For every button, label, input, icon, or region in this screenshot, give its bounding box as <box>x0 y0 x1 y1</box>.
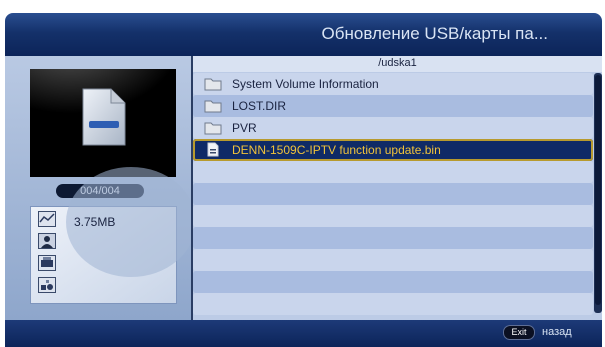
file-name: System Volume Information <box>232 77 379 91</box>
person-icon <box>38 233 56 249</box>
chart-icon <box>38 211 56 227</box>
file-list: System Volume Information LOST.DIR PVR D… <box>193 73 593 320</box>
device-icon <box>38 255 56 271</box>
folder-icon <box>204 122 222 135</box>
current-path: /udska1 <box>378 57 417 69</box>
scrollbar-thumb[interactable] <box>595 75 601 305</box>
folder-icon <box>204 100 222 113</box>
footer-bar: Exit назад <box>5 320 602 347</box>
list-item-empty <box>193 293 593 315</box>
list-item-empty <box>193 161 593 183</box>
path-bar: /udska1 <box>193 56 602 72</box>
scrollbar[interactable] <box>594 73 602 313</box>
exit-key-badge[interactable]: Exit <box>503 325 535 340</box>
shapes-icon <box>38 277 56 293</box>
folder-icon <box>204 78 222 91</box>
list-item-empty <box>193 183 593 205</box>
list-item-empty <box>193 249 593 271</box>
list-item-empty <box>193 271 593 293</box>
list-item-empty <box>193 227 593 249</box>
list-item-file-selected[interactable]: DENN-1509C-IPTV function update.bin <box>193 139 593 161</box>
page-title: Обновление USB/карты па... <box>321 24 548 43</box>
file-preview <box>30 69 176 177</box>
usb-update-screen: Обновление USB/карты па... 004/004 <box>0 0 605 347</box>
title-bar: Обновление USB/карты па... <box>5 13 602 56</box>
file-name: DENN-1509C-IPTV function update.bin <box>232 143 441 157</box>
file-size: 3.75MB <box>74 215 116 229</box>
list-item-folder[interactable]: LOST.DIR <box>193 95 593 117</box>
file-name: LOST.DIR <box>232 99 287 113</box>
file-info-box: 3.75MB <box>30 167 196 304</box>
document-icon <box>82 88 126 146</box>
list-item-empty <box>193 205 593 227</box>
preview-panel: 004/004 <box>5 56 196 320</box>
file-name: PVR <box>232 121 257 135</box>
file-browser: /udska1 System Volume Information LOST.D… <box>193 56 602 320</box>
document-icon <box>207 142 219 157</box>
back-label: назад <box>542 326 572 338</box>
list-item-folder[interactable]: PVR <box>193 117 593 139</box>
list-item-folder[interactable]: System Volume Information <box>193 73 593 95</box>
